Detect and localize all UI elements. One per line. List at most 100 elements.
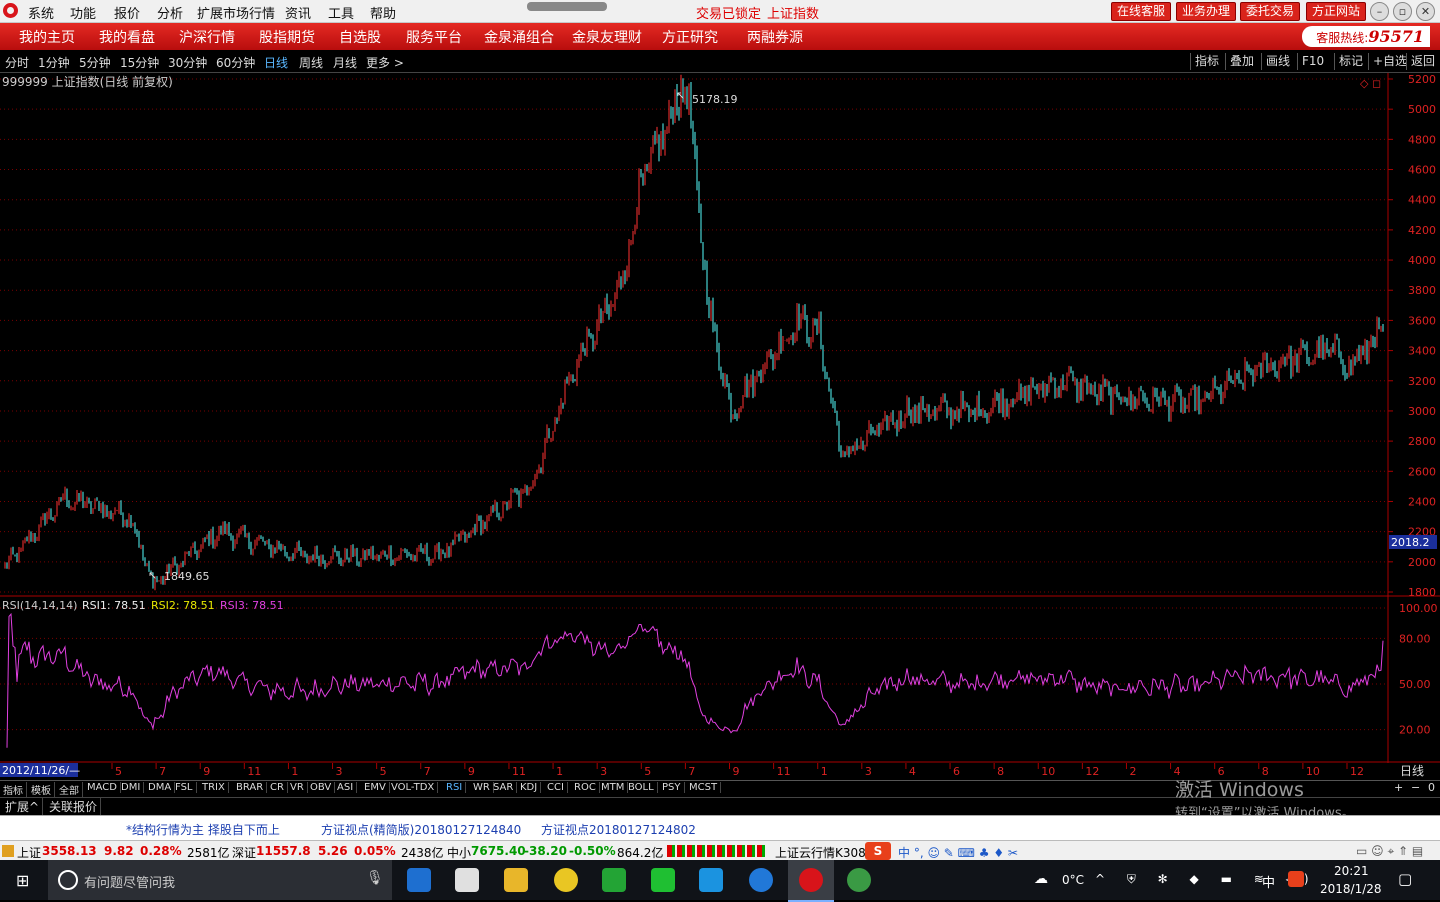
menu-analysis[interactable]: 分析	[157, 3, 183, 22]
indicator-tab-mtm[interactable]: MTM	[598, 782, 629, 793]
period-timeshare[interactable]: 分时	[5, 54, 29, 71]
menu-tools[interactable]: 工具	[328, 3, 354, 22]
nav-home[interactable]: 我的主页	[19, 27, 75, 47]
f10-button[interactable]: F10	[1297, 53, 1328, 70]
tray-icons[interactable]: ^ ⛨ ✻ ◆ ▬ ≋ ◁)	[1095, 872, 1318, 887]
zoom-in-icon[interactable]: +	[1394, 781, 1403, 794]
indicator-tab-dma[interactable]: DMA	[145, 782, 176, 793]
indicator-tab-vol-tdx[interactable]: VOL-TDX	[388, 782, 439, 793]
add-watchlist-button[interactable]: +自选	[1368, 53, 1411, 70]
notification-icon[interactable]: ▢	[1398, 870, 1412, 888]
indicator-tab-fsl[interactable]: FSL	[172, 782, 197, 793]
menu-quote[interactable]: 报价	[114, 3, 140, 22]
trade-button[interactable]: 委托交易	[1240, 2, 1301, 21]
nav-market[interactable]: 沪深行情	[179, 27, 235, 47]
indicator-tab-全部[interactable]: 全部	[56, 782, 83, 797]
menu-extended-market[interactable]: 扩展市场行情	[197, 3, 275, 22]
online-service-button[interactable]: 在线客服	[1111, 2, 1172, 21]
indicator-tab-asi[interactable]: ASI	[334, 782, 358, 793]
zoom-out-icon[interactable]: −	[1411, 781, 1420, 794]
back-button[interactable]: 返回	[1406, 53, 1439, 70]
mic-icon[interactable]: 🎙	[366, 870, 384, 886]
close-icon[interactable]: ✕	[1416, 2, 1435, 21]
overlay-button[interactable]: 叠加	[1225, 53, 1258, 70]
indicator-tab-boll[interactable]: BOLL	[625, 782, 658, 793]
cloud-quote-label[interactable]: 上证云行情K308	[775, 844, 866, 861]
news-item-2[interactable]: 方证视点(精简版)20180127124840	[321, 821, 521, 838]
menu-help[interactable]: 帮助	[370, 3, 396, 22]
indicator-tab-指标[interactable]: 指标	[0, 782, 27, 797]
menu-info[interactable]: 资讯	[285, 3, 311, 22]
nav-margin[interactable]: 两融券源	[747, 27, 803, 47]
indicator-tab-roc[interactable]: ROC	[571, 782, 600, 793]
nav-finance[interactable]: 金泉友理财	[572, 27, 642, 47]
nav-my-board[interactable]: 我的看盘	[99, 27, 155, 47]
indicator-tab-dmi[interactable]: DMI	[118, 782, 145, 793]
news-item-3[interactable]: 方证视点20180127124802	[541, 821, 696, 838]
app-icon-1[interactable]	[554, 868, 578, 892]
chart-corner-icon[interactable]: ◇ ◻	[1360, 77, 1381, 90]
business-button[interactable]: 业务办理	[1176, 2, 1237, 21]
minimize-icon[interactable]: –	[1370, 2, 1389, 21]
mark-button[interactable]: 标记	[1334, 53, 1367, 70]
globe-app-icon[interactable]	[847, 868, 871, 892]
indicator-tab-kdj[interactable]: KDJ	[517, 782, 542, 793]
nav-research[interactable]: 方正研究	[662, 27, 718, 47]
indicator-tab-cr[interactable]: CR	[267, 782, 288, 793]
period-15min[interactable]: 15分钟	[120, 54, 159, 71]
file-explorer-icon[interactable]	[504, 868, 528, 892]
period-daily[interactable]: 日线	[264, 54, 288, 71]
indicator-tab-brar[interactable]: BRAR	[233, 782, 268, 793]
indicator-tab-rsi[interactable]: RSI	[443, 782, 467, 793]
weather-icon[interactable]: ☁	[1034, 871, 1048, 887]
edge-browser-icon[interactable]	[407, 868, 431, 892]
period-60min[interactable]: 60分钟	[216, 54, 255, 71]
windows-start-icon[interactable]: ⊞	[16, 871, 29, 890]
news-item-1[interactable]: *结构行情为主 择股自下而上	[126, 821, 280, 838]
clock-time[interactable]: 20:21	[1334, 864, 1369, 878]
indicator-tab-macd[interactable]: MACD	[84, 782, 121, 793]
video-player-icon[interactable]	[699, 868, 723, 892]
ime-indicator[interactable]: 中	[1262, 872, 1275, 891]
period-30min[interactable]: 30分钟	[168, 54, 207, 71]
clock-date[interactable]: 2018/1/28	[1320, 882, 1382, 896]
indicator-tab-psy[interactable]: PSY	[659, 782, 685, 793]
menu-system[interactable]: 系统	[28, 3, 54, 22]
indicator-tab-模板[interactable]: 模板	[28, 782, 55, 797]
related-quote-button[interactable]: 关联报价	[46, 798, 102, 815]
period-more[interactable]: 更多 >	[366, 54, 404, 71]
nav-watchlist[interactable]: 自选股	[339, 27, 381, 47]
website-button[interactable]: 方正网站	[1306, 2, 1367, 21]
chart-area[interactable]: 1800200022002400260028003000320034003600…	[0, 73, 1440, 780]
indicator-button[interactable]: 指标	[1190, 53, 1223, 70]
indicator-tab-mcst[interactable]: MCST	[686, 782, 722, 793]
reset-icon[interactable]: 0	[1428, 781, 1435, 794]
nav-futures[interactable]: 股指期货	[259, 27, 315, 47]
search-box[interactable]: 有问题尽管问我 🎙	[48, 860, 392, 900]
period-5min[interactable]: 5分钟	[79, 54, 111, 71]
period-1min[interactable]: 1分钟	[38, 54, 70, 71]
app-icon-2[interactable]	[602, 868, 626, 892]
draw-button[interactable]: 画线	[1261, 53, 1294, 70]
indicator-tab-trix[interactable]: TRIX	[199, 782, 229, 793]
sogou-tray-icon[interactable]	[1288, 871, 1304, 887]
active-app-slot[interactable]	[788, 860, 834, 902]
period-monthly[interactable]: 月线	[333, 54, 357, 71]
expand-button[interactable]: 扩展^	[2, 798, 44, 815]
iqiyi-icon[interactable]	[651, 868, 675, 892]
ie-browser-icon[interactable]	[749, 868, 773, 892]
nav-portfolio[interactable]: 金泉涌组合	[484, 27, 554, 47]
sogou-ime-icon[interactable]: S	[865, 842, 891, 860]
period-weekly[interactable]: 周线	[299, 54, 323, 71]
indicator-tab-vr[interactable]: VR	[287, 782, 308, 793]
status-tray-icon[interactable]: ▭ ☺ ⌖ ⇑ ▤	[1356, 844, 1423, 859]
nav-service[interactable]: 服务平台	[406, 27, 462, 47]
menu-function[interactable]: 功能	[70, 3, 96, 22]
store-icon[interactable]	[455, 868, 479, 892]
restore-icon[interactable]: ▫	[1393, 2, 1412, 21]
indicator-tab-obv[interactable]: OBV	[307, 782, 336, 793]
indicator-tab-emv[interactable]: EMV	[361, 782, 390, 793]
indicator-tab-sar[interactable]: SAR	[490, 782, 518, 793]
ime-toolbar-icon[interactable]: 中 °, ☺ ✎ ⌨ ♣ ♦ ✂	[898, 844, 1018, 861]
indicator-tab-cci[interactable]: CCI	[544, 782, 568, 793]
